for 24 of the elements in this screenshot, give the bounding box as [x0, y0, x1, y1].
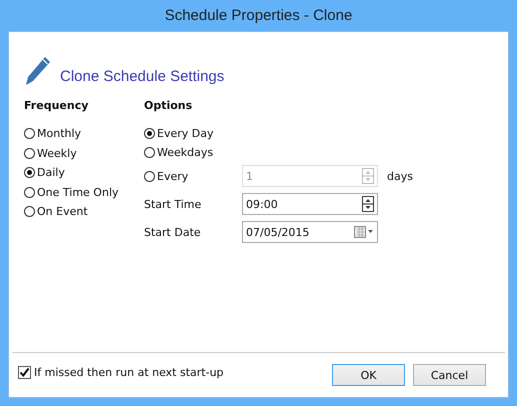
- dialog-button[interactable]: Cancel: [413, 364, 486, 386]
- pencil-icon: [24, 55, 52, 87]
- calendar-dropdown-icon[interactable]: [354, 226, 374, 238]
- frequency-radio[interactable]: On Event: [24, 202, 88, 222]
- frequency-radio[interactable]: Weekly: [24, 144, 77, 163]
- window-title: Schedule Properties - Clone: [164, 7, 352, 24]
- start-time-label: Start Time: [144, 198, 202, 210]
- dialog-button[interactable]: OK: [332, 364, 405, 386]
- days-unit: days: [387, 170, 413, 182]
- start-time-field[interactable]: 09:00: [242, 193, 378, 215]
- option-radio[interactable]: Every: [144, 170, 188, 182]
- frequency-radio[interactable]: Daily: [24, 163, 65, 182]
- frequency-radio[interactable]: Monthly: [24, 124, 82, 144]
- section-heading: Clone Schedule Settings: [60, 68, 224, 87]
- start-date-field[interactable]: 07/05/2015: [242, 221, 378, 243]
- option-radio[interactable]: Weekdays: [144, 145, 214, 159]
- start-date-label: Start Date: [144, 226, 202, 238]
- spin-arrows-icon[interactable]: [362, 196, 374, 212]
- option-radio[interactable]: Every Day: [144, 126, 214, 140]
- missed-run-checkbox[interactable]: If missed then run at next start-up: [18, 366, 224, 379]
- options-label: Options: [144, 99, 194, 114]
- checkmark-icon: [19, 367, 30, 378]
- frequency-label: Frequency: [24, 99, 88, 114]
- frequency-radio[interactable]: One Time Only: [24, 182, 119, 202]
